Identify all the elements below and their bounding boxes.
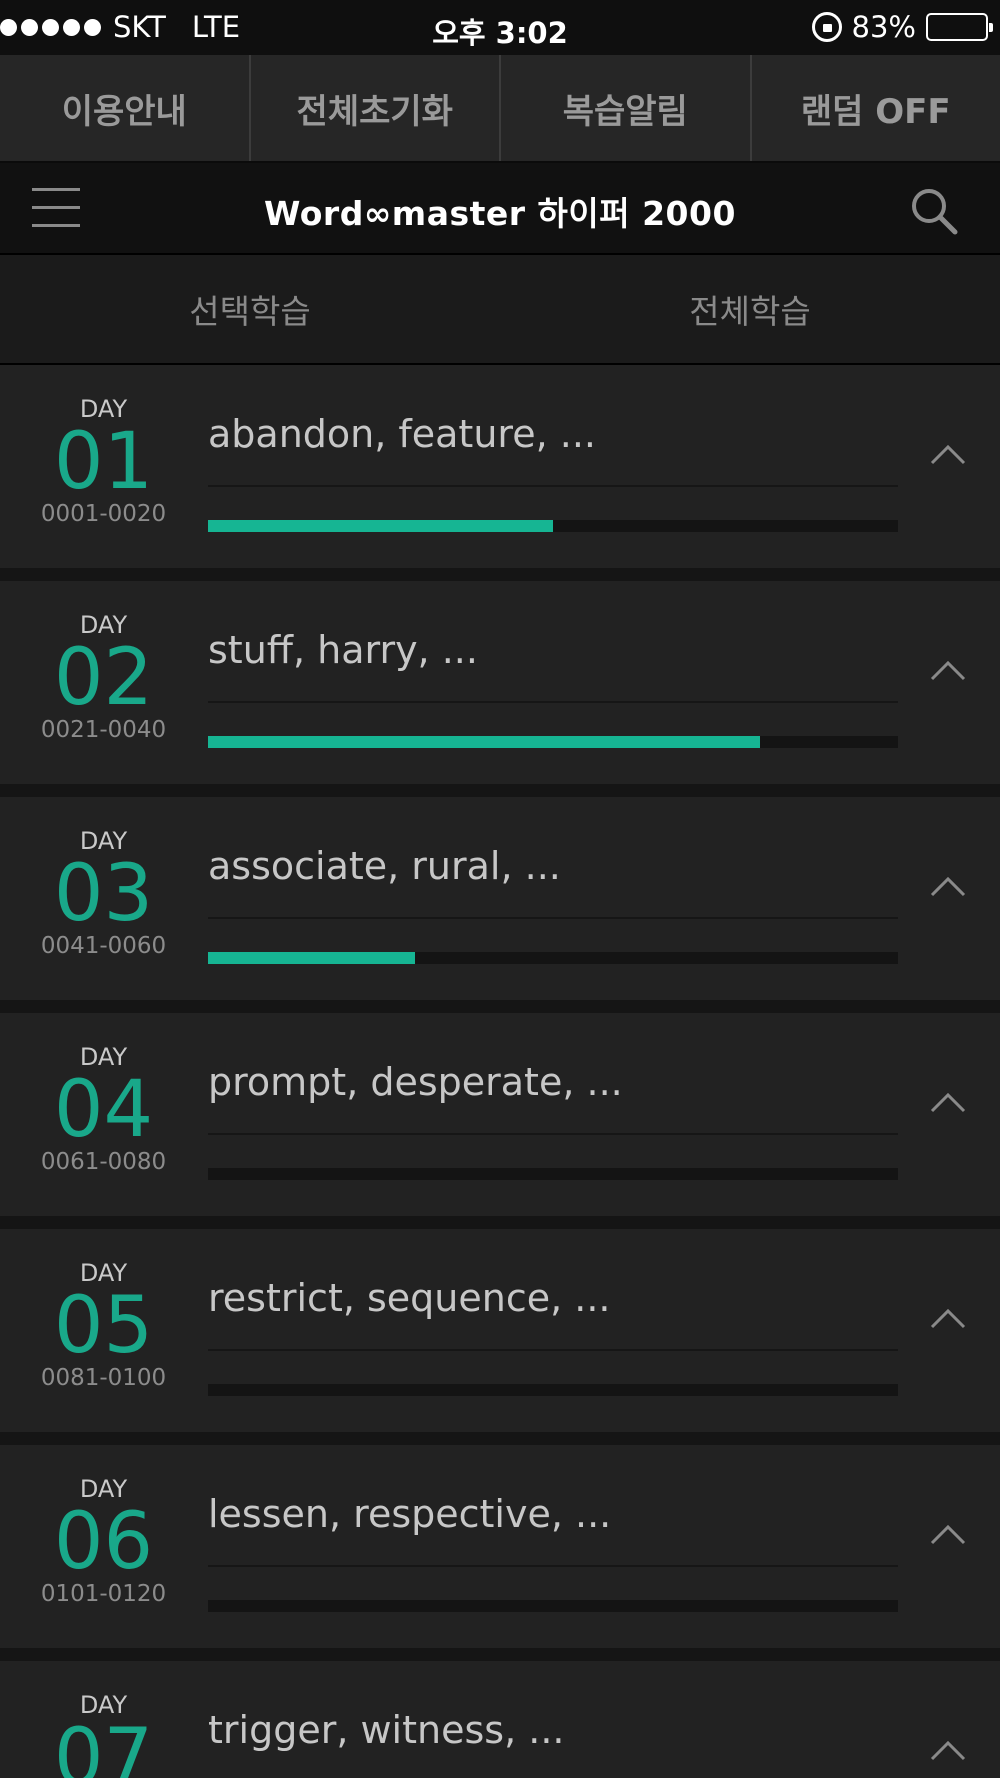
day-number: 05 [53, 1281, 154, 1371]
day-number: 06 [53, 1497, 154, 1587]
chevron-up-icon[interactable] [928, 1731, 968, 1771]
day-words-preview: associate, rural, ... [208, 844, 561, 888]
progress-bar [208, 952, 898, 964]
day-range: 0041-0060 [40, 933, 167, 959]
day-words-preview: prompt, desperate, ... [208, 1060, 623, 1104]
day-number: 07 [53, 1713, 154, 1778]
day-range: 0021-0040 [40, 717, 167, 743]
day-badge: DAY 02 0021-0040 [0, 611, 207, 743]
battery-percent: 83% [851, 10, 916, 44]
reset-all-button[interactable]: 전체초기화 [251, 55, 501, 161]
search-icon[interactable] [908, 185, 960, 237]
chevron-up-icon[interactable] [928, 435, 968, 475]
progress-fill [208, 520, 553, 532]
progress-bar [208, 1168, 898, 1180]
chevron-up-icon[interactable] [928, 1083, 968, 1123]
progress-bar [208, 520, 898, 532]
day-range: 0061-0080 [40, 1149, 167, 1175]
status-bar: SKT LTE 오후 3:02 83% [0, 0, 1000, 55]
day-number: 04 [53, 1065, 154, 1155]
divider [208, 1133, 898, 1135]
day-range: 0001-0020 [40, 501, 167, 527]
progress-fill [208, 736, 760, 748]
guide-button[interactable]: 이용안내 [0, 55, 251, 161]
progress-bar [208, 736, 898, 748]
day-item[interactable]: DAY 05 0081-0100 restrict, sequence, ... [0, 1229, 1000, 1432]
day-words-preview: stuff, harry, ... [208, 628, 478, 672]
progress-bar [208, 1384, 898, 1396]
divider [208, 701, 898, 703]
progress-fill [208, 952, 415, 964]
day-words-preview: trigger, witness, ... [208, 1708, 565, 1752]
day-item[interactable]: DAY 02 0021-0040 stuff, harry, ... [0, 581, 1000, 784]
day-number: 03 [53, 849, 154, 939]
day-badge: DAY 05 0081-0100 [0, 1259, 207, 1391]
day-item[interactable]: DAY 01 0001-0020 abandon, feature, ... [0, 365, 1000, 568]
day-range: 0081-0100 [40, 1365, 167, 1391]
day-list: DAY 01 0001-0020 abandon, feature, ... D… [0, 365, 1000, 1778]
divider [208, 1349, 898, 1351]
day-item[interactable]: DAY 03 0041-0060 associate, rural, ... [0, 797, 1000, 1000]
random-toggle-button[interactable]: 랜덤 OFF [752, 55, 1000, 161]
app-bar: Word∞master 하이퍼 2000 [0, 163, 1000, 255]
day-badge: DAY 07 [0, 1691, 207, 1778]
battery-icon [926, 13, 993, 41]
day-number: 01 [53, 417, 154, 507]
day-badge: DAY 01 0001-0020 [0, 395, 207, 527]
chevron-up-icon[interactable] [928, 1299, 968, 1339]
divider [208, 917, 898, 919]
day-item[interactable]: DAY 06 0101-0120 lessen, respective, ... [0, 1445, 1000, 1648]
day-badge: DAY 04 0061-0080 [0, 1043, 207, 1175]
day-words-preview: lessen, respective, ... [208, 1492, 612, 1536]
divider [208, 485, 898, 487]
day-number: 02 [53, 633, 154, 723]
app-title: Word∞master 하이퍼 2000 [264, 194, 736, 233]
tab-full-study[interactable]: 전체학습 [500, 255, 1000, 363]
chevron-up-icon[interactable] [928, 1515, 968, 1555]
tab-selected-study[interactable]: 선택학습 [0, 255, 500, 363]
study-mode-tabs: 선택학습 전체학습 [0, 255, 1000, 365]
day-words-preview: restrict, sequence, ... [208, 1276, 611, 1320]
day-range: 0101-0120 [40, 1581, 167, 1607]
review-alarm-button[interactable]: 복습알림 [501, 55, 752, 161]
day-words-preview: abandon, feature, ... [208, 412, 596, 456]
divider [208, 1565, 898, 1567]
chevron-up-icon[interactable] [928, 651, 968, 691]
day-item[interactable]: DAY 04 0061-0080 prompt, desperate, ... [0, 1013, 1000, 1216]
status-right: 83% [811, 10, 993, 44]
day-badge: DAY 06 0101-0120 [0, 1475, 207, 1607]
top-menu: 이용안내 전체초기화 복습알림 랜덤 OFF [0, 55, 1000, 163]
day-badge: DAY 03 0041-0060 [0, 827, 207, 959]
chevron-up-icon[interactable] [928, 867, 968, 907]
day-item[interactable]: DAY 07 trigger, witness, ... [0, 1661, 1000, 1778]
progress-bar [208, 1600, 898, 1612]
rotation-lock-icon [811, 12, 842, 42]
